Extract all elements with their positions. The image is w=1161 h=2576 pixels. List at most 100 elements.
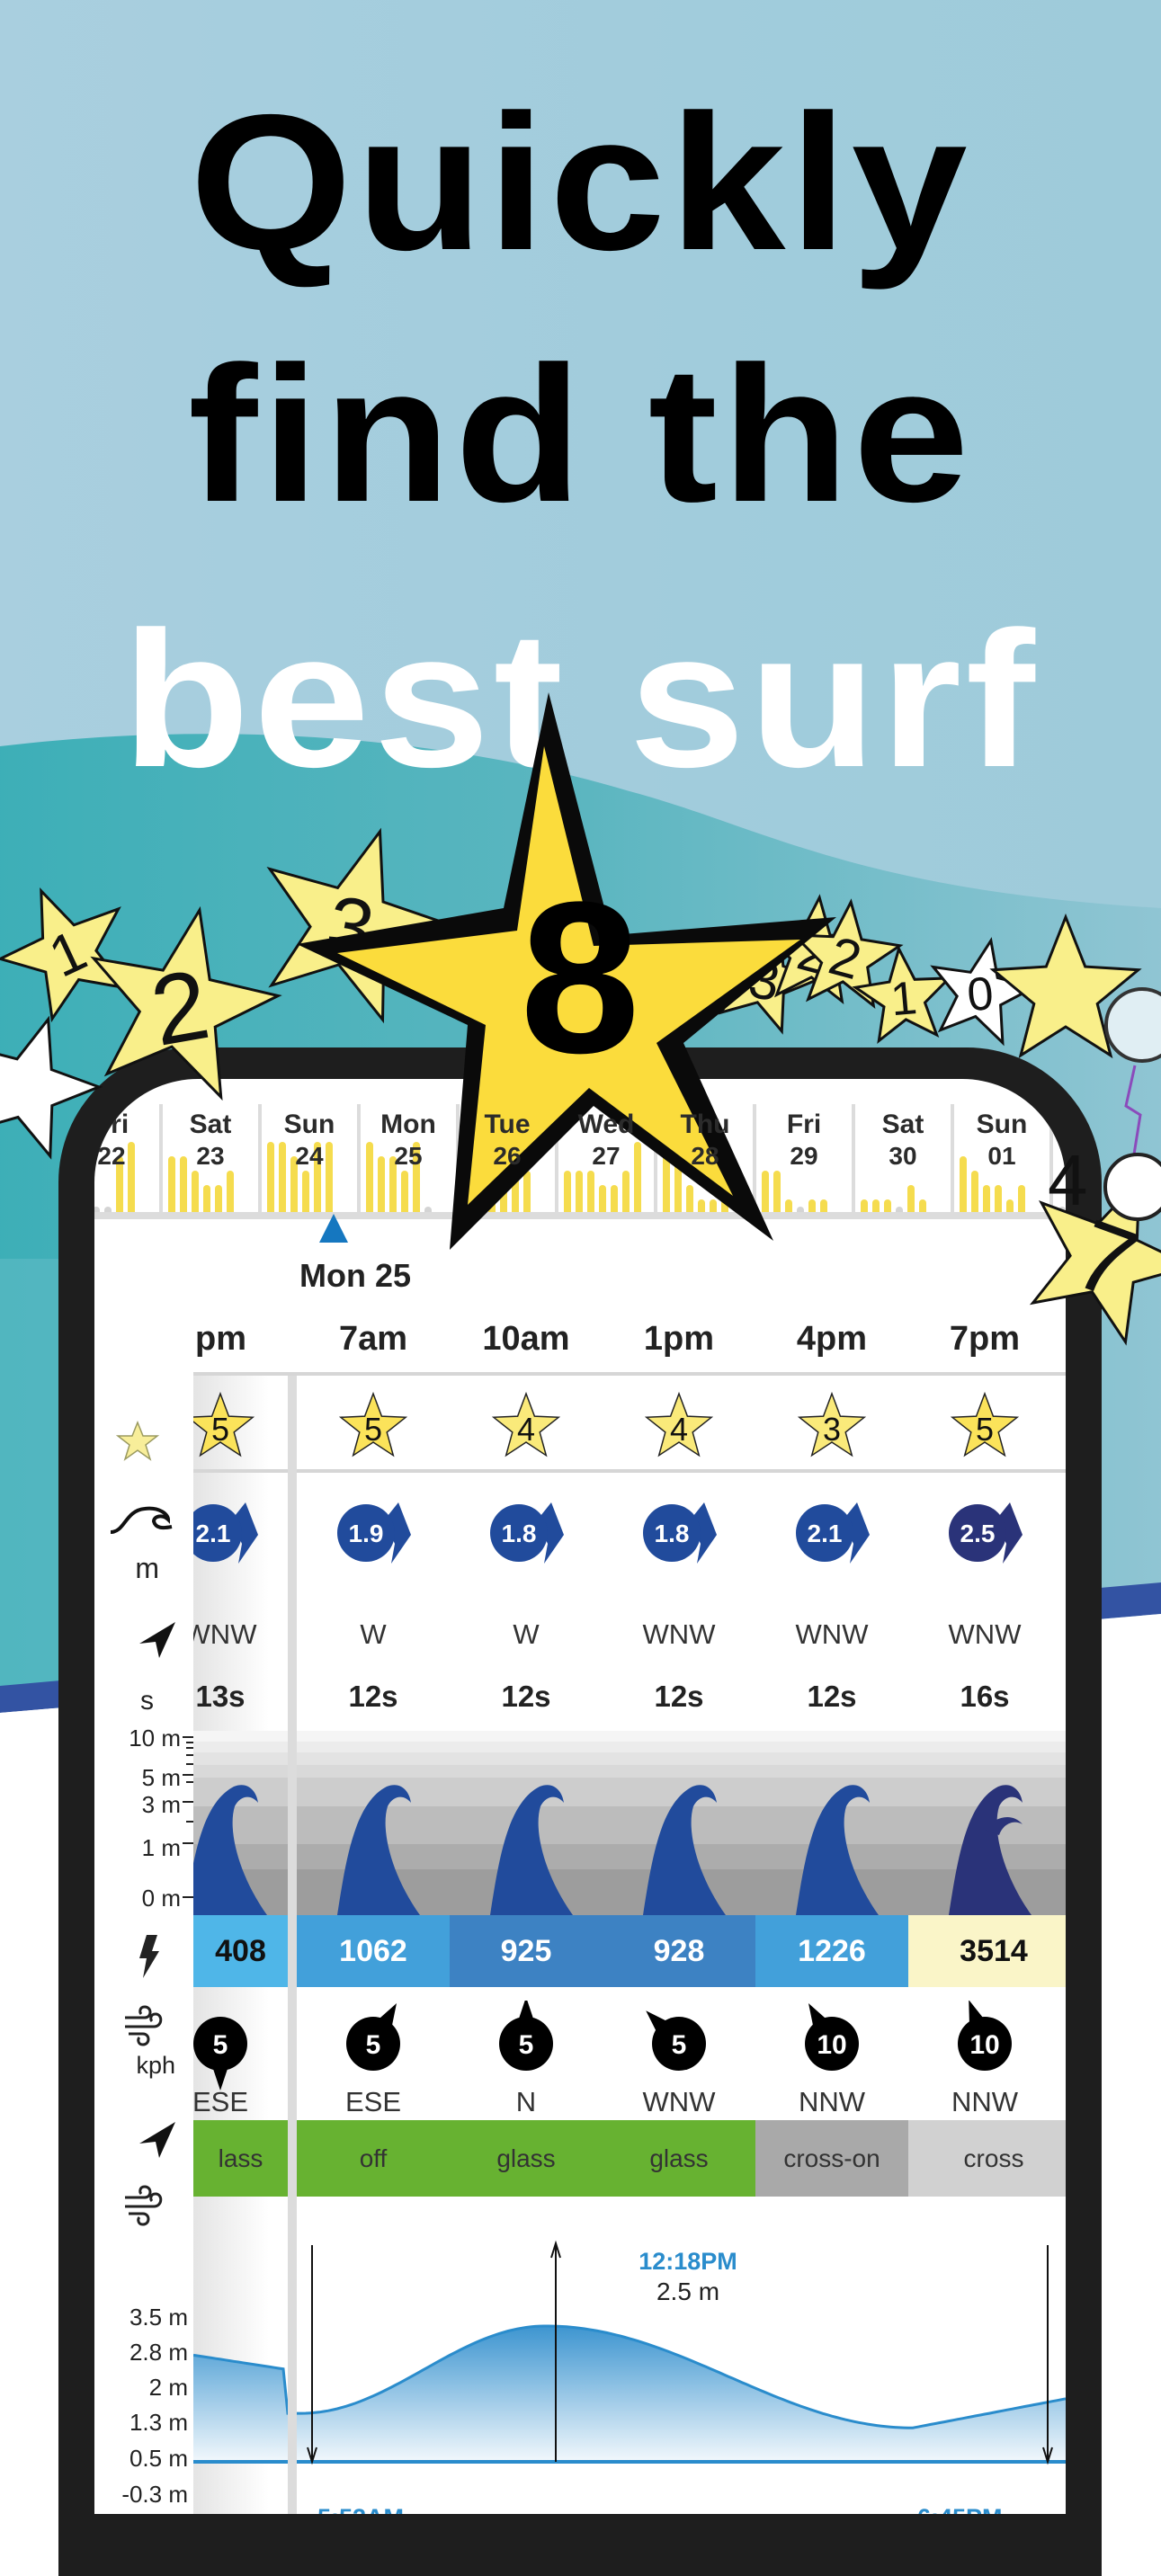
swell-height-cell: 1.8	[450, 1497, 603, 1569]
tide-area	[193, 2326, 1066, 2462]
day-rating-bar	[192, 1171, 199, 1214]
day-name: Sun	[976, 1110, 1028, 1139]
day-strip-day[interactable]: Tue 26	[456, 1104, 555, 1214]
swell-period-cell: 12s	[450, 1680, 603, 1716]
svg-text:5: 5	[364, 1411, 382, 1448]
day-strip-day[interactable]: Fri 22	[94, 1104, 159, 1214]
rating-cell: 5	[297, 1390, 450, 1462]
day-name: Fri	[94, 1110, 129, 1139]
day-name: Thu	[680, 1110, 730, 1139]
selected-day-title: Mon 25	[299, 1257, 412, 1294]
day-strip-day[interactable]: Sun 24	[258, 1104, 357, 1214]
swell-height-cell: 1.9	[297, 1497, 450, 1569]
wind-direction-cell: N	[450, 2086, 603, 2122]
day-number: 29	[790, 1142, 818, 1170]
day-name: Mon	[1053, 1110, 1066, 1140]
svg-text:3: 3	[823, 1411, 841, 1448]
tide-axis-label: 1.3 m	[129, 2409, 188, 2436]
energy-value: 928	[653, 1934, 705, 1968]
time-header: pm 7am 10am 1pm 4pm 7pm	[94, 1320, 1066, 1374]
day-number: 01	[987, 1142, 1016, 1170]
energy-value: 3514	[960, 1934, 1028, 1968]
time-label: 7am	[338, 1320, 408, 1358]
wave-icon	[643, 1785, 726, 1915]
swell-period-cell: 12s	[297, 1680, 450, 1716]
wind-arrow-icon: 10	[805, 2002, 859, 2071]
svg-text:1.8: 1.8	[502, 1520, 537, 1547]
swell-direction-cell: WNW	[755, 1618, 908, 1654]
day-number: 27	[592, 1142, 621, 1170]
headline-line-2: find the	[188, 325, 973, 542]
svg-text:2.1: 2.1	[808, 1520, 843, 1547]
energy-value: 408	[215, 1934, 266, 1968]
rating-star-icon: 4	[644, 1391, 714, 1457]
tide-low-time: 5:52AM	[317, 2504, 404, 2514]
energy-value: 925	[500, 1934, 552, 1968]
wind-condition-cell: cross	[908, 2120, 1066, 2197]
wave-axis-label: 10 m	[129, 1725, 181, 1752]
swell-height-cell: 2.1	[755, 1497, 908, 1569]
energy-cell: 3514	[908, 1915, 1066, 1987]
day-strip-day[interactable]: Sat 23	[159, 1104, 258, 1214]
wind-direction-text: N	[515, 2086, 537, 2117]
svg-text:1.9: 1.9	[349, 1520, 384, 1547]
svg-text:5: 5	[519, 2030, 534, 2060]
day-rating-bar	[611, 1185, 618, 1214]
day-strip-day[interactable]: Mon 25	[357, 1104, 456, 1214]
day-strip-day[interactable]: Sat 30	[852, 1104, 951, 1214]
svg-text:5: 5	[211, 1411, 229, 1448]
swell-direction-text: W	[360, 1618, 387, 1650]
day-strip-day[interactable]: Thu 28	[654, 1104, 753, 1214]
swell-height-cell: 2.5	[908, 1497, 1061, 1569]
rating-star-icon: 5	[950, 1391, 1020, 1457]
day-strip[interactable]: Fri 22 Sat 23 Sun 24 Mon 25 Tue 26 Wed 27 Thu 28 Fri 29…	[94, 1104, 1066, 1214]
swell-direction-text: WNW	[642, 1618, 716, 1650]
day-name: Sat	[881, 1110, 924, 1139]
rating-cell: 4	[450, 1390, 603, 1462]
energy-lightning-icon	[139, 1935, 159, 1978]
wind-speed-cell: 5	[450, 1997, 603, 2099]
day-strip-day[interactable]: Mon 02	[1049, 1104, 1066, 1214]
day-strip-day[interactable]: Sun 01	[951, 1104, 1049, 1214]
wind-arrow-icon: 10	[958, 2000, 1012, 2071]
swell-period-text: 16s	[960, 1680, 1010, 1713]
svg-text:5: 5	[366, 2030, 381, 2060]
wind-arrow-icon: 5	[646, 2010, 706, 2071]
day-number: 30	[889, 1142, 917, 1170]
wind-condition-cell: lass	[193, 2120, 288, 2197]
wave-height-chart	[193, 1731, 1066, 1915]
day-rating-bar	[622, 1171, 630, 1214]
day-number: 25	[394, 1142, 423, 1170]
tide-high-height: 2.5 m	[656, 2277, 720, 2305]
day-name: Mon	[380, 1110, 436, 1139]
wave-icon	[490, 1785, 573, 1915]
energy-value: 1226	[798, 1934, 866, 1968]
wind-direction-text: ESE	[192, 2086, 249, 2117]
time-label: 1pm	[643, 1320, 715, 1358]
day-rating-bar	[599, 1185, 606, 1214]
phone-screen: Fri 22 Sat 23 Sun 24 Mon 25 Tue 26 Wed 27 Thu 28 Fri 29…	[94, 1079, 1066, 2514]
day-number: 26	[493, 1142, 522, 1170]
day-number: 23	[196, 1142, 225, 1170]
day-strip-day[interactable]: Fri 29	[753, 1104, 852, 1214]
time-label: 4pm	[796, 1320, 868, 1358]
energy-cell: 1062	[297, 1915, 450, 1987]
divider	[193, 1469, 1066, 1473]
rating-cell: 3	[755, 1390, 908, 1462]
day-rating-bar	[995, 1185, 1002, 1214]
day-rating-bar	[762, 1171, 769, 1214]
wind-direction-text: NNW	[951, 2086, 1019, 2117]
period-unit-label: s	[140, 1686, 154, 1716]
swell-period-text: 12s	[807, 1680, 857, 1713]
now-separator	[288, 1376, 297, 2514]
wind-direction-text: ESE	[344, 2086, 402, 2117]
wind-icon	[125, 2005, 163, 2046]
wave-icon	[337, 1785, 420, 1915]
tide-chart	[193, 2240, 1066, 2465]
tide-axis-label: 2.8 m	[129, 2339, 188, 2366]
day-strip-day[interactable]: Wed 27	[555, 1104, 654, 1214]
wave-axis-label: 0 m	[141, 1885, 181, 1912]
rating-star-icon: 5	[185, 1391, 255, 1457]
swell-arrow-icon: 1.8	[490, 1502, 564, 1564]
tide-axis-label: 0.5 m	[129, 2445, 188, 2472]
